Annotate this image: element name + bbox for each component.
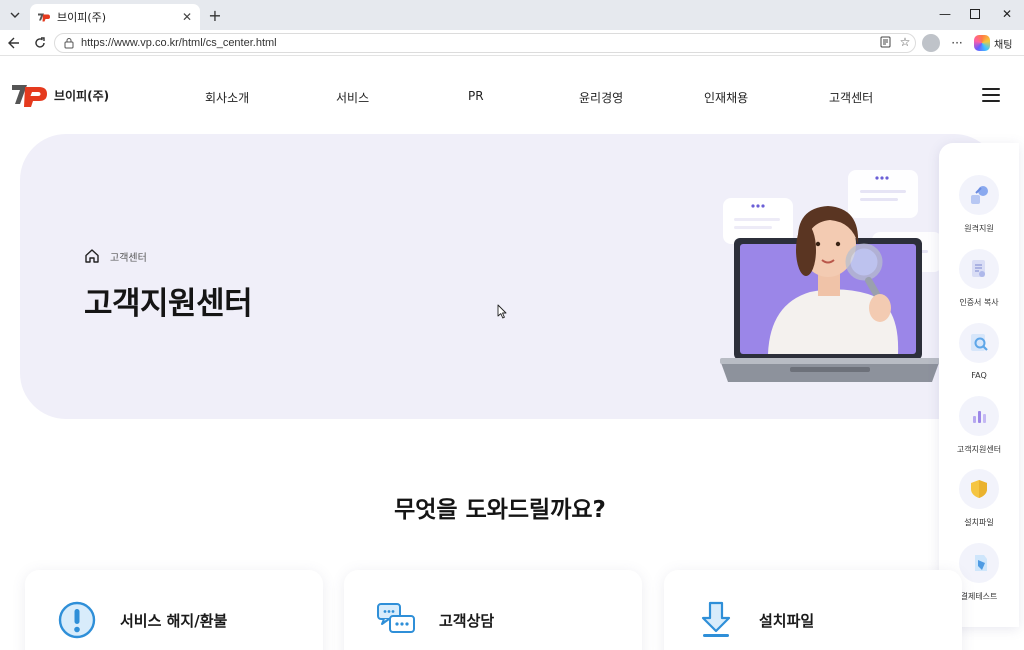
vp-logo-icon [12, 85, 47, 107]
card-label: 서비스 해지/환불 [120, 612, 228, 630]
browser-tab-bar: 브이피(주) ✕ + — ✕ [0, 0, 1024, 30]
nav-recruit[interactable]: 인재채용 [704, 89, 748, 106]
browser-toolbar: https://www.vp.co.kr/html/cs_center.html… [0, 30, 1024, 56]
site-favicon-icon [38, 13, 50, 22]
close-icon[interactable]: ✕ [182, 10, 192, 24]
hero-banner: 고객센터 고객지원센터 [20, 134, 1000, 419]
minimize-icon[interactable]: — [930, 3, 960, 25]
plus-icon[interactable]: + [205, 5, 225, 25]
quick-faq[interactable]: FAQ [939, 323, 1019, 380]
payment-test-icon [959, 543, 999, 583]
menu-icon[interactable] [982, 88, 1000, 102]
remote-support-icon [959, 175, 999, 215]
breadcrumb: 고객센터 [84, 248, 147, 264]
nav-service[interactable]: 서비스 [336, 89, 369, 106]
browser-tab[interactable]: 브이피(주) ✕ [30, 4, 200, 30]
reader-icon[interactable] [876, 33, 894, 51]
back-icon[interactable] [4, 33, 24, 53]
site-header: 브이피(주) 회사소개 서비스 PR 윤리경영 인재채용 고객센터 [0, 56, 1024, 134]
maximize-icon[interactable] [960, 3, 990, 25]
breadcrumb-current: 고객센터 [110, 252, 147, 264]
support-center-chart-icon [959, 396, 999, 436]
copilot-icon [974, 35, 990, 51]
exclamation-icon [58, 601, 96, 639]
section-title: 무엇을 도와드릴까요? [394, 497, 606, 523]
card-cancel-refund[interactable]: 서비스 해지/환불 [25, 570, 323, 650]
copilot-button[interactable]: 채팅 [974, 33, 1012, 53]
quick-certificate-copy[interactable]: 인증서 복사 [939, 249, 1019, 308]
tab-title: 브이피(주) [57, 11, 107, 24]
star-icon[interactable]: ☆ [896, 33, 914, 51]
certificate-copy-icon [959, 249, 999, 289]
quick-remote-support[interactable]: 원격지원 [939, 175, 1019, 234]
chat-bubbles-icon [377, 603, 415, 633]
tab-list-icon[interactable] [5, 5, 25, 25]
faq-search-icon [959, 323, 999, 363]
quick-support-center[interactable]: 고객지원센터 [939, 396, 1019, 455]
nav-company[interactable]: 회사소개 [205, 89, 249, 106]
profile-avatar[interactable] [922, 34, 940, 52]
home-icon[interactable] [84, 248, 100, 264]
card-consultation[interactable]: 고객상담 [344, 570, 642, 650]
card-install-file[interactable]: 설치파일 [664, 570, 962, 650]
lock-icon [64, 38, 74, 49]
quick-menu: 원격지원 인증서 복사 FAQ 고객지원센터 설치파일 결제테스트 [939, 143, 1019, 627]
address-bar[interactable]: https://www.vp.co.kr/html/cs_center.html [54, 33, 916, 53]
more-icon[interactable]: ··· [948, 34, 966, 52]
page-title: 고객지원센터 [84, 286, 253, 322]
card-label: 고객상담 [439, 612, 495, 630]
logo-text: 브이피(주) [54, 88, 110, 103]
copilot-label: 채팅 [994, 39, 1013, 51]
mouse-cursor-icon [497, 304, 507, 319]
window-close-icon[interactable]: ✕ [992, 3, 1022, 25]
nav-ethics[interactable]: 윤리경영 [579, 89, 623, 106]
reload-icon[interactable] [30, 33, 50, 53]
site-logo[interactable]: 브이피(주) [12, 82, 109, 108]
nav-customer-center[interactable]: 고객센터 [829, 89, 873, 106]
card-label: 설치파일 [759, 612, 815, 630]
url-text: https://www.vp.co.kr/html/cs_center.html [81, 37, 277, 49]
download-icon [701, 601, 731, 637]
nav-pr[interactable]: PR [468, 89, 484, 103]
